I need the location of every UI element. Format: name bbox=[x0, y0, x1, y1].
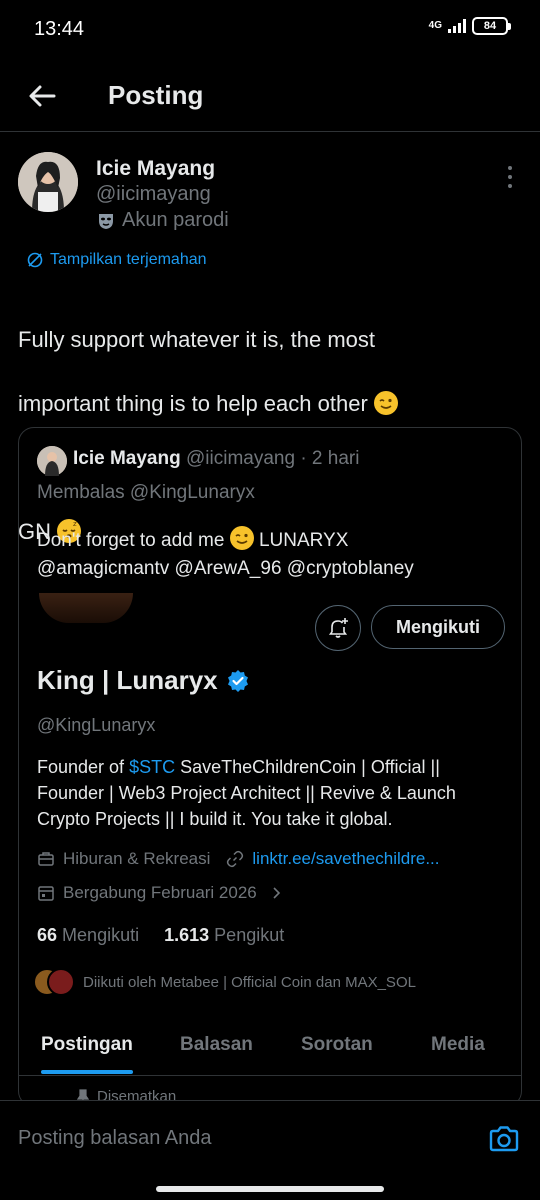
quote-text-line: @amagicmantv @ArewA_96 @cryptoblaney bbox=[37, 558, 414, 579]
followed-by-avatars bbox=[33, 968, 75, 996]
status-icons: 4G 84 bbox=[428, 17, 511, 35]
bio-link: $STC bbox=[129, 757, 176, 777]
author-name[interactable]: Icie Mayang bbox=[96, 157, 215, 181]
quoted-post[interactable]: Icie Mayang @iicimayang · 2 hari Membala… bbox=[18, 427, 522, 1107]
quote-reply-to: Membalas @KingLunaryx bbox=[37, 482, 255, 503]
profile-category: Hiburan & Rekreasi bbox=[63, 849, 211, 868]
wink-emoji-icon bbox=[229, 526, 254, 550]
bell-plus-icon bbox=[328, 618, 348, 638]
link-icon bbox=[227, 850, 244, 868]
notification-button[interactable] bbox=[315, 605, 361, 651]
tab-indicator bbox=[41, 1070, 133, 1074]
mask-icon bbox=[99, 213, 113, 229]
tab-sorotan: Sorotan bbox=[301, 1034, 373, 1055]
camera-button[interactable] bbox=[486, 1121, 522, 1157]
avatar-image bbox=[18, 152, 78, 212]
translate-icon bbox=[27, 252, 43, 268]
followers-count: 1.613 bbox=[164, 925, 210, 945]
tab-media: Media bbox=[431, 1034, 485, 1055]
network-label: 4G bbox=[428, 20, 442, 31]
profile-name: King | Lunaryx bbox=[37, 665, 250, 696]
home-indicator bbox=[156, 1186, 384, 1192]
following-label: Mengikuti bbox=[62, 925, 140, 945]
quote-meta: @iicimayang · 2 hari bbox=[186, 448, 360, 469]
quote-author-name: Icie Mayang bbox=[73, 448, 181, 469]
more-dot bbox=[508, 184, 512, 188]
profile-avatar bbox=[39, 593, 133, 623]
quote-text-line: Don't forget to add me bbox=[37, 530, 225, 551]
page-title: Posting bbox=[108, 80, 204, 110]
profile-name-text: King | Lunaryx bbox=[37, 665, 218, 695]
profile-counts: 66 Mengikuti 1.613 Pengikut bbox=[37, 925, 284, 946]
following-count: 66 bbox=[37, 925, 58, 945]
profile-joined: Bergabung Februari 2026 bbox=[63, 883, 257, 902]
arrow-left-icon bbox=[29, 85, 56, 107]
profile-bio: Founder of $STC SaveTheChildrenCoin | Of… bbox=[37, 754, 507, 832]
quote-header: Icie Mayang @iicimayang · 2 hari bbox=[73, 448, 359, 470]
author-handle[interactable]: @iicimayang bbox=[96, 183, 211, 206]
profile-link: linktr.ee/savethechildre... bbox=[252, 849, 440, 868]
battery-level: 84 bbox=[483, 20, 497, 32]
profile-tabs: Postingan Balasan Sorotan Media bbox=[19, 1026, 521, 1076]
more-dot bbox=[508, 166, 512, 170]
back-button[interactable] bbox=[22, 76, 62, 116]
profile-meta-row: Hiburan & Rekreasi linktr.ee/savethechil… bbox=[37, 849, 440, 869]
translate-label: Tampilkan terjemahan bbox=[50, 251, 207, 268]
bio-prefix: Founder of bbox=[37, 757, 130, 777]
parody-label: Akun parodi bbox=[122, 209, 229, 231]
status-time: 13:44 bbox=[34, 18, 85, 40]
following-button[interactable]: Mengikuti bbox=[371, 605, 505, 649]
post-text-span: important thing is to help each other bbox=[18, 391, 368, 416]
calendar-icon bbox=[38, 886, 54, 901]
battery-icon: 84 bbox=[472, 17, 511, 35]
mutual-avatar bbox=[47, 968, 75, 996]
post-text-line: Fully support whatever it is, the most bbox=[18, 327, 376, 352]
signal-icon bbox=[448, 19, 466, 33]
status-bar: 13:44 4G 84 bbox=[0, 0, 540, 60]
translate-link[interactable]: Tampilkan terjemahan bbox=[26, 251, 207, 269]
post-text-line: important thing is to help each other bbox=[18, 388, 518, 420]
tab-balasan: Balasan bbox=[180, 1034, 253, 1055]
top-app-bar: Posting bbox=[0, 60, 540, 132]
tab-postingan: Postingan bbox=[41, 1034, 133, 1055]
followed-by: Diikuti oleh Metabee | Official Coin dan… bbox=[33, 968, 416, 996]
reply-bar: Posting balasan Anda bbox=[0, 1100, 540, 1200]
quote-text: Don't forget to add me LUNARYX @amagicma… bbox=[37, 526, 507, 583]
profile-handle: @KingLunaryx bbox=[37, 715, 156, 735]
parody-badge: Akun parodi bbox=[96, 209, 229, 232]
more-options-button[interactable] bbox=[498, 164, 522, 190]
verified-badge-icon bbox=[227, 669, 248, 692]
followed-by-text: Diikuti oleh Metabee | Official Coin dan… bbox=[83, 973, 416, 991]
briefcase-icon bbox=[38, 852, 54, 866]
quote-author-avatar bbox=[37, 446, 67, 476]
camera-icon bbox=[489, 1126, 519, 1152]
author-avatar[interactable] bbox=[18, 152, 78, 212]
chevron-right-icon bbox=[273, 887, 280, 899]
followers-label: Pengikut bbox=[214, 925, 285, 945]
profile-joined-row: Bergabung Februari 2026 bbox=[37, 883, 283, 903]
more-dot bbox=[508, 175, 512, 179]
wink-emoji-icon bbox=[373, 391, 398, 415]
quote-text-tail: LUNARYX bbox=[258, 530, 349, 551]
reply-input[interactable]: Posting balasan Anda bbox=[18, 1127, 212, 1150]
